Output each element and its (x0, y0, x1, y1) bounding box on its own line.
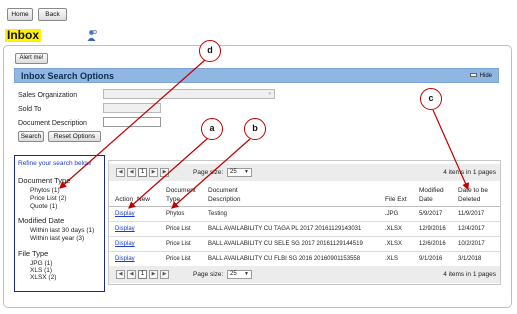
refine-option-last-year[interactable]: Within last year (3) (30, 234, 84, 243)
page-number[interactable]: 1 (138, 168, 147, 177)
page-size-select[interactable]: 25 ▼ (227, 270, 252, 279)
row-doc-type: Price List (166, 226, 191, 232)
page-size-select[interactable]: 25 ▼ (227, 168, 252, 177)
col-header-doc-type-l1[interactable]: Document (166, 187, 196, 195)
prev-page-icon[interactable]: ◀ (127, 270, 136, 279)
callout-c: c (420, 88, 442, 110)
last-page-icon[interactable]: ▶ (160, 270, 169, 279)
first-page-icon[interactable]: ◀ (116, 168, 125, 177)
row-divider (109, 251, 500, 252)
col-header-doc-type-l2[interactable]: Type (166, 196, 180, 204)
header-divider (109, 206, 500, 207)
reset-options-button[interactable]: Reset Options (48, 131, 101, 142)
row-file-ext: .JPG (385, 211, 399, 217)
row-delete-date: 12/4/2017 (458, 226, 485, 232)
col-header-new[interactable]: New (137, 196, 150, 204)
hide-icon (469, 73, 477, 78)
search-options-title: Inbox Search Options (21, 71, 115, 81)
items-info: 4 items in 1 pages (443, 169, 496, 176)
row-modified-date: 12/9/2016 (419, 226, 446, 232)
chevron-down-icon: ▾ (268, 91, 271, 97)
doc-desc-label: Document Description (18, 120, 87, 127)
last-page-icon[interactable]: ▶ (160, 168, 169, 177)
refine-option-quote[interactable]: Quote (1) (30, 202, 57, 211)
col-header-action[interactable]: Action (115, 196, 133, 204)
search-button[interactable]: Search (18, 131, 44, 142)
help-person-icon[interactable] (85, 29, 98, 42)
row-delete-date: 11/9/2017 (458, 211, 485, 217)
doc-desc-field[interactable] (103, 117, 161, 127)
row-file-ext: .XLSX (385, 241, 403, 247)
col-header-delete-l1[interactable]: Date to be (458, 187, 488, 195)
sold-to-field[interactable] (103, 103, 161, 113)
sales-org-label: Sales Organization (18, 92, 78, 99)
row-modified-date: 5/9/2017 (419, 211, 443, 217)
pager-bottom: ◀ ◀ 1 ▶ ▶ Page size: 25 ▼ 4 items in 1 pa… (109, 266, 500, 283)
col-header-doc-desc-l2[interactable]: Description (208, 196, 241, 204)
row-delete-date: 3/1/2018 (458, 256, 482, 262)
first-page-icon[interactable]: ◀ (116, 270, 125, 279)
page-size-value: 25 (230, 271, 237, 277)
row-doc-desc: BALL AVAILABILITY CU FLBI SG 2016 201609… (208, 256, 361, 262)
row-delete-date: 10/2/2017 (458, 241, 485, 247)
page-size-value: 25 (230, 169, 237, 175)
row-file-ext: .XLS (385, 256, 399, 262)
file-type-heading: File Type (18, 249, 49, 258)
modified-date-heading: Modified Date (18, 216, 65, 225)
display-link[interactable]: Display (115, 255, 135, 263)
row-divider (109, 236, 500, 237)
chevron-down-icon: ▼ (244, 169, 249, 175)
row-divider (109, 221, 500, 222)
row-doc-desc: BALL AVAILABILITY CU TAGA PL 2017 201611… (208, 226, 362, 232)
search-options-header: Inbox Search Options Hide (14, 68, 499, 83)
refine-option-xlsx[interactable]: XLSX (2) (30, 273, 56, 282)
page-title: Inbox (5, 28, 41, 42)
next-page-icon[interactable]: ▶ (149, 270, 158, 279)
back-button[interactable]: Back (38, 8, 67, 21)
page-number[interactable]: 1 (138, 270, 147, 279)
hide-toggle[interactable]: Hide (469, 71, 492, 81)
row-doc-type: Phytos (166, 211, 185, 217)
callout-a: a (201, 118, 223, 140)
display-link[interactable]: Display (115, 225, 135, 233)
refine-heading: Refine your search below (18, 160, 92, 167)
pager-top: ◀ ◀ 1 ▶ ▶ Page size: 25 ▼ 4 items in 1 pa… (109, 164, 500, 181)
documents-grid: ◀ ◀ 1 ▶ ▶ Page size: 25 ▼ 4 items in 1 pa… (108, 160, 501, 285)
hide-label: Hide (479, 73, 492, 79)
callout-d: d (199, 40, 221, 62)
display-link[interactable]: Display (115, 210, 135, 218)
col-header-delete-l2[interactable]: Deleted (458, 196, 480, 204)
col-header-modified-l2[interactable]: Date (419, 196, 433, 204)
row-doc-desc: BALL AVAILABILITY CU SELE SG 2017 201611… (208, 241, 363, 247)
page-size-label: Page size: (193, 169, 224, 176)
row-modified-date: 9/1/2016 (419, 256, 443, 262)
sold-to-label: Sold To (18, 106, 42, 113)
col-header-doc-desc-l1[interactable]: Document (208, 187, 238, 195)
home-button[interactable]: Home (7, 8, 33, 21)
alert-me-button[interactable]: Alert me! (15, 53, 48, 64)
doc-type-heading: Document Type (18, 176, 71, 185)
col-header-file-ext[interactable]: File Ext (385, 196, 407, 204)
chevron-down-icon: ▼ (244, 271, 249, 277)
refine-panel: Refine your search below Document Type P… (14, 155, 105, 292)
items-info: 4 items in 1 pages (443, 271, 496, 278)
display-link[interactable]: Display (115, 240, 135, 248)
row-doc-type: Price List (166, 241, 191, 247)
col-header-modified-l1[interactable]: Modified (419, 187, 444, 195)
callout-b: b (244, 118, 266, 140)
prev-page-icon[interactable]: ◀ (127, 168, 136, 177)
row-doc-desc: Testing (208, 211, 228, 217)
page-size-label: Page size: (193, 271, 224, 278)
row-modified-date: 12/6/2016 (419, 241, 446, 247)
row-doc-type: Price List (166, 256, 191, 262)
row-file-ext: .XLSX (385, 226, 403, 232)
sales-org-select[interactable]: ▾ (103, 89, 275, 99)
next-page-icon[interactable]: ▶ (149, 168, 158, 177)
